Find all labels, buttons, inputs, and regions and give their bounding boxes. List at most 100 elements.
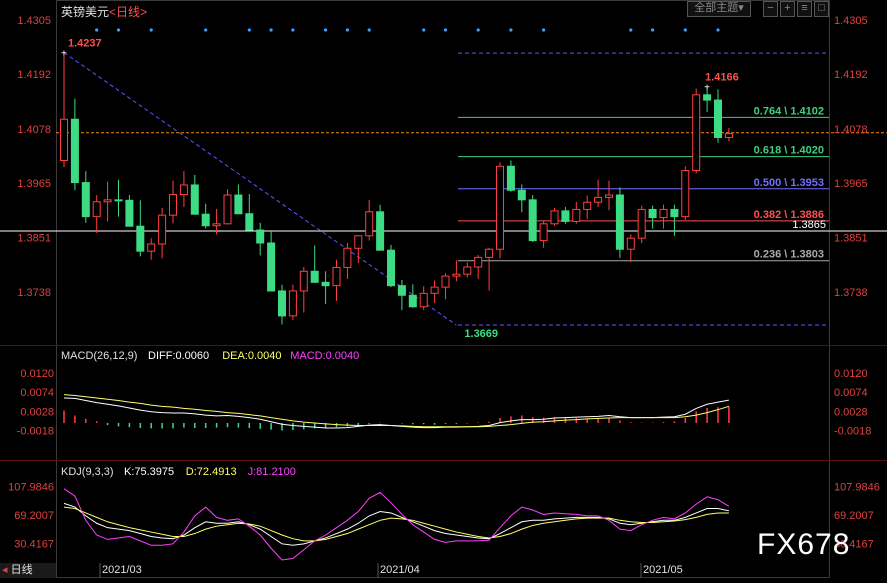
candle-body [103,199,112,203]
signal-dot [476,28,480,32]
candle-body [365,211,374,237]
candle-body [550,210,559,225]
macd-line-dea [63,394,730,428]
candle-body [114,199,123,202]
candle-body [637,208,646,239]
price-annotation: 1.3669 [464,328,498,340]
kdj-tick-label-right: 69.2007 [834,510,874,522]
candle-body [703,94,712,101]
candle-body [288,290,297,317]
kdj-tick-label-right: 107.9846 [834,482,880,494]
candle-body [528,199,537,242]
axis-labels: 1.4305 1.4305 1.4192 1.4192 1.4078 1.4078 1.39… [8,15,880,578]
candle-body [223,194,232,225]
candle-body [245,213,254,231]
signal-dot [95,28,99,32]
theme-dropdown[interactable]: 全部主题▾ [687,1,751,17]
candle-body [583,201,592,210]
macd-tick-label-left: -0.0018 [17,426,54,438]
kdj-readout-k: K:75.3975 [124,466,174,478]
price-tick-label-right: 1.3851 [834,233,868,245]
price-tick-label-left: 1.3965 [17,178,51,190]
chevron-left-icon: ◂ [2,564,8,576]
price-tick-label-left: 1.4078 [17,124,51,136]
zoom-in-icon[interactable]: + [780,1,795,17]
candle-body [506,165,515,191]
price-annotation: 1.4237 [68,38,102,50]
fib-level-label: 0.764 \ 1.4102 [754,105,824,117]
candle-body [136,225,145,252]
kdj-tick-label-left: 107.9846 [8,482,54,494]
plot-frame [56,0,830,578]
high-marker: + [61,49,67,60]
candle-body [659,208,668,219]
trend-line [63,52,457,326]
candle-body [376,211,385,251]
candle-body [605,194,613,198]
candle-body [81,182,90,218]
macd-readout-macd: MACD:0.0040 [290,350,359,362]
kdj-line-k [63,502,729,546]
period-tab[interactable]: ◂ 日线 [0,563,56,578]
settings-icon[interactable]: ≡ [797,1,812,17]
candle-body [408,294,417,308]
candle-body [430,286,439,294]
macd-title: MACD(26,12,9) [61,350,137,362]
signal-dot [345,28,349,32]
price-tick-label-left: 1.3851 [17,233,51,245]
signal-dot [509,28,513,32]
candle-body [190,184,199,215]
fullscreen-icon[interactable]: □ [814,1,829,17]
kdj-readout-d: D:72.4913 [186,466,237,478]
kdj-title: KDJ(9,3,3) [61,466,114,478]
x-tick-label: 2021/05 [643,564,683,576]
candle-body [234,194,243,215]
chart-area: 0.764 \ 1.4102 0.618 \ 1.4020 0.500 \ 1.39… [0,0,887,578]
zoom-out-icon[interactable]: − [763,1,778,17]
fib-level-label: 0.500 \ 1.3953 [754,177,824,189]
candle-body [343,247,352,268]
signal-dot [542,28,546,32]
signal-dot [629,28,633,32]
candle-body [147,243,156,252]
signal-dot [204,28,208,32]
signal-dot [443,28,448,32]
high-marker: + [704,83,710,94]
instrument-name: 英镑美元 [61,5,110,19]
x-tick-label: 2021/03 [102,564,142,576]
signal-dot [116,28,121,32]
candle-body [714,99,722,138]
candle-body [354,235,363,249]
macd-tick-label-right: 0.0028 [834,406,868,418]
signal-dot [149,28,153,32]
macd-tick-label-right: 0.0074 [834,387,868,399]
price-annotation: 1.4166 [705,72,739,84]
macd-tick-label-left: 0.0074 [20,387,54,399]
candle-body [724,133,733,138]
price-panel: 0.764 \ 1.4102 0.618 \ 1.4020 0.500 \ 1.39… [0,28,887,340]
kdj-readout-j: J:81.2100 [248,466,296,478]
candle-body [626,237,635,250]
signal-dot [324,28,328,32]
price-tick-label-left: 1.4192 [17,69,51,81]
price-tick-label-right: 1.3965 [834,178,868,190]
candle-body [594,196,603,203]
candle-body [158,214,167,245]
price-tick-label-right: 1.4078 [834,124,868,136]
candle-body [179,184,188,196]
chart-canvas: 0.764 \ 1.4102 0.618 \ 1.4020 0.500 \ 1.39… [0,0,887,578]
signal-dot [247,28,251,32]
macd-line-diff [63,397,729,429]
macd-tick-label-left: 0.0120 [20,368,54,380]
candle-body [256,229,265,244]
candle-body [299,270,308,292]
candle-body [648,208,657,219]
macd-readout-diff: DIFF:0.0060 [148,350,209,362]
fib-level-label: 0.236 \ 1.3803 [754,249,824,261]
candle-body [169,194,177,216]
chart-title: 英镑美元<日线> [61,3,147,20]
signal-dot [422,28,426,32]
candle-body [310,270,319,283]
signal-dot [716,28,720,32]
period-label: <日线> [109,5,148,19]
